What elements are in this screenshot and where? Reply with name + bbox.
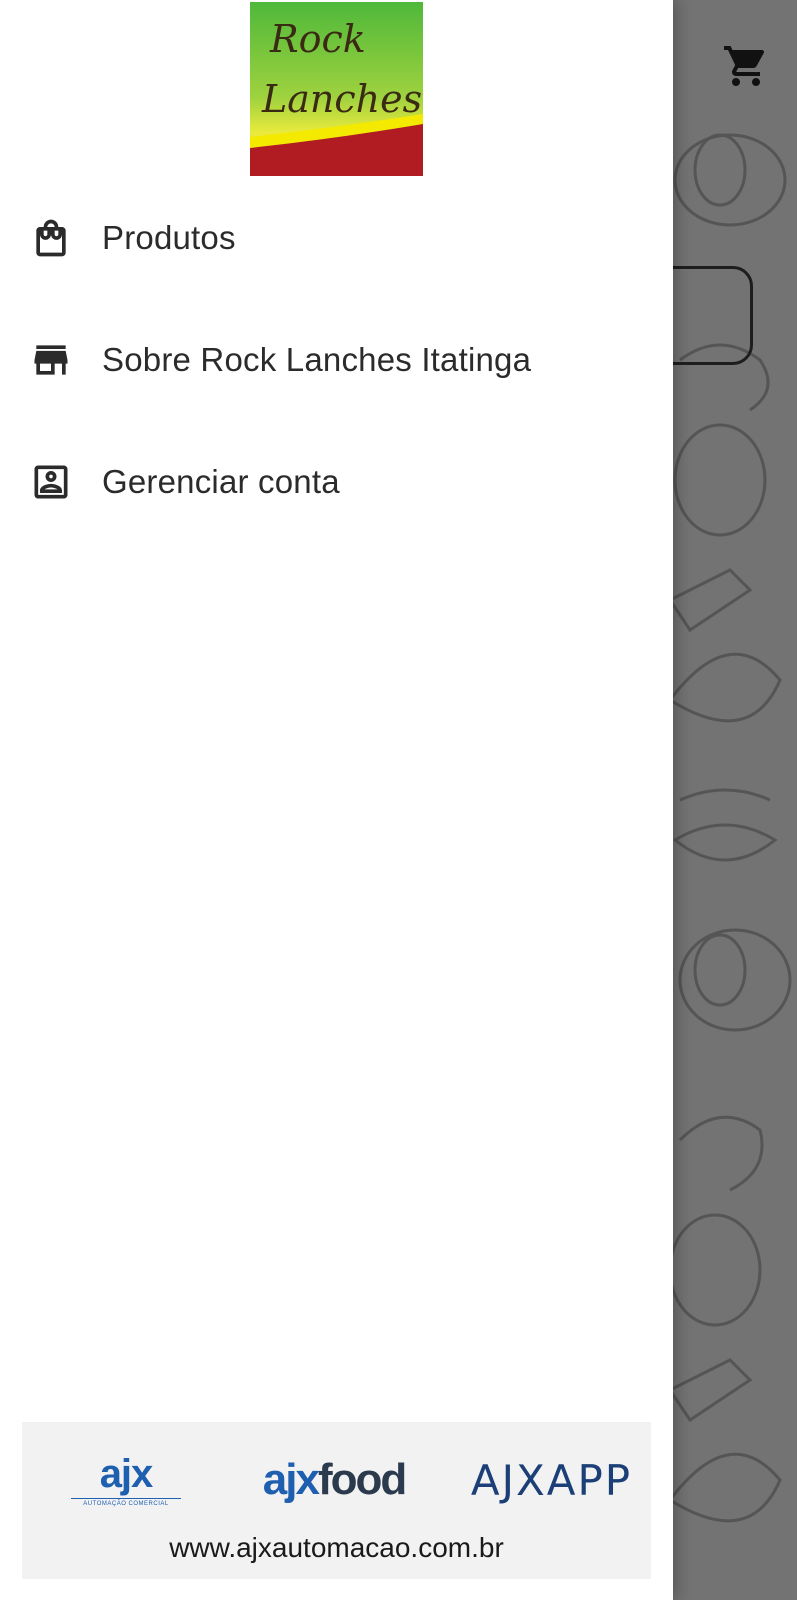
logo-text-rock: Rock (269, 17, 366, 61)
menu-item-produtos[interactable]: Produtos (0, 183, 673, 293)
ajxfood-logo-ajx: ajx (262, 1455, 320, 1504)
ajx-logo-subtitle: AUTOMAÇÃO COMERCIAL (83, 1500, 169, 1507)
rock-lanches-logo: Rock Lanches (250, 2, 423, 176)
store-icon (28, 337, 74, 383)
ajxfood-logo[interactable]: ajx food (254, 1440, 414, 1520)
menu-item-label: Sobre Rock Lanches Itatinga (102, 341, 532, 378)
menu-item-sobre[interactable]: Sobre Rock Lanches Itatinga (0, 305, 673, 415)
navigation-drawer: Rock Lanches Produtos Sobre Rock Lanches… (0, 0, 673, 1600)
shopping-bag-icon (28, 215, 74, 261)
shopping-cart-icon[interactable] (722, 40, 770, 92)
menu-item-label: Produtos (102, 219, 236, 256)
partner-logos: ajx AUTOMAÇÃO COMERCIAL ajx food AJXAPP (22, 1440, 651, 1520)
ajx-logo-text: ajx (99, 1451, 154, 1496)
account-box-icon (28, 459, 74, 505)
menu-item-label: Gerenciar conta (102, 463, 340, 500)
ajx-logo[interactable]: ajx AUTOMAÇÃO COMERCIAL (70, 1440, 182, 1520)
ajx-logo-underline (71, 1497, 181, 1499)
menu-item-gerenciar-conta[interactable]: Gerenciar conta (0, 427, 673, 537)
website-link[interactable]: www.ajxautomacao.com.br (22, 1532, 651, 1564)
ajxapp-logo[interactable]: AJXAPP (464, 1440, 639, 1520)
food-doodle-pattern (667, 133, 792, 1523)
logo-text-lanches: Lanches (261, 77, 422, 121)
drawer-footer: ajx AUTOMAÇÃO COMERCIAL ajx food AJXAPP w… (22, 1422, 651, 1579)
ajxfood-logo-food: food (317, 1455, 407, 1504)
